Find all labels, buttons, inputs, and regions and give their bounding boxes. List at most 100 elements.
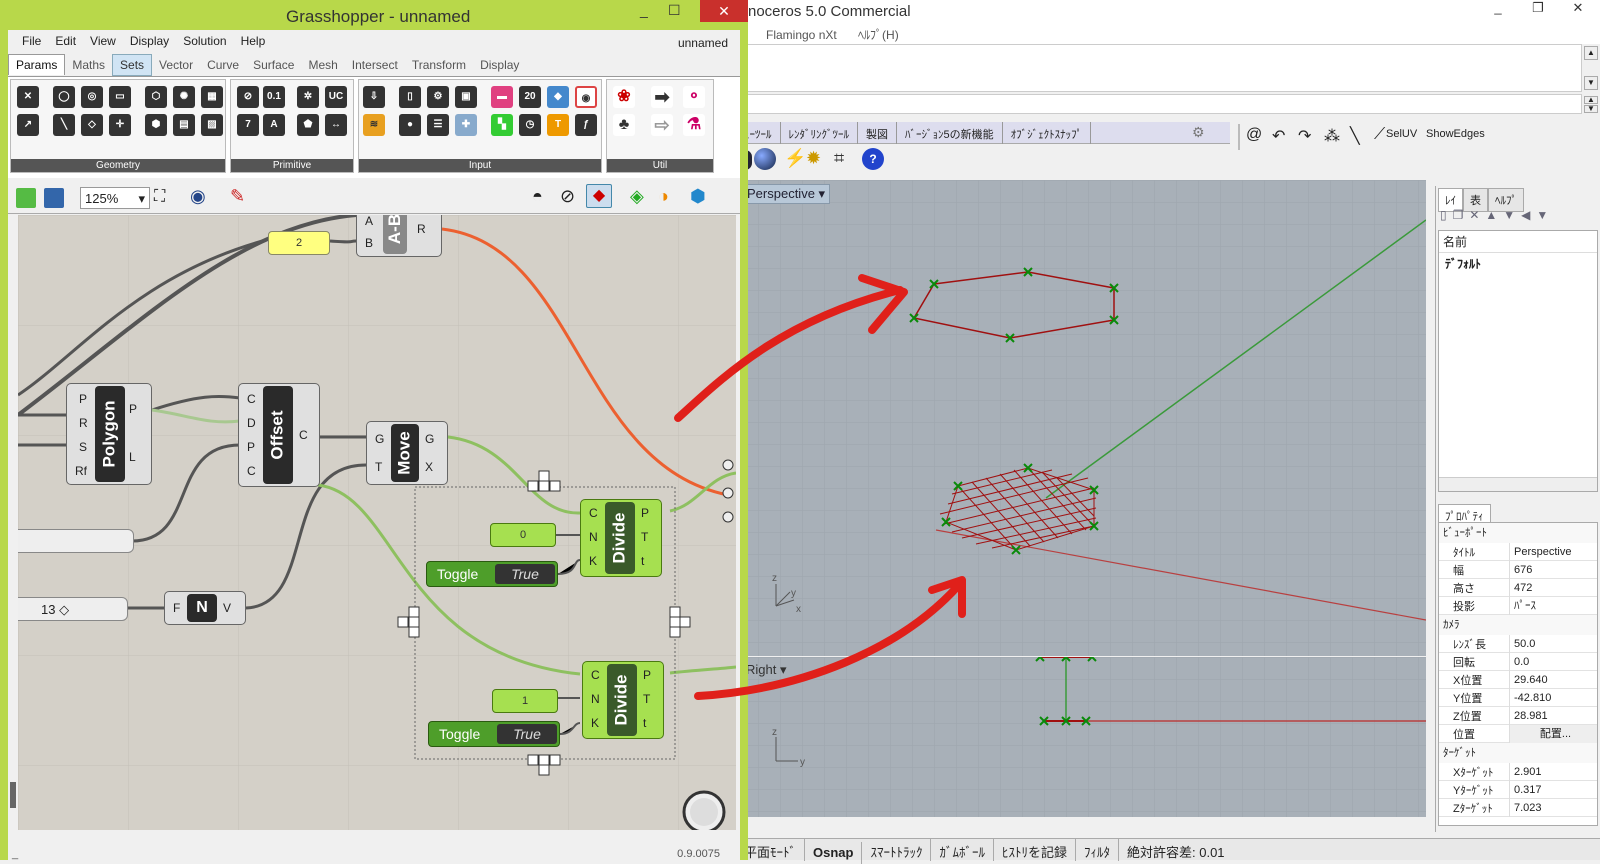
tree-icon[interactable]: ♣ [613,114,635,136]
line-icon[interactable]: ╲ [1350,126,1360,146]
prop-value[interactable]: 29.640 [1509,670,1597,689]
boolean-toggle-1[interactable]: Toggle True [426,561,558,587]
layer-row[interactable]: ﾃﾞﾌｫﾙﾄ [1439,253,1597,274]
spin-down-icon[interactable]: ▼ [1584,105,1598,113]
curve-edit-icon[interactable]: ↶ [1272,126,1285,146]
subtract-component[interactable]: A B A-B R [356,215,442,257]
time-param-icon[interactable]: UC [325,86,347,108]
prop-value[interactable]: 2.901 [1509,762,1597,781]
menu-help[interactable]: Help [241,34,266,48]
bake-icon[interactable]: ◈ [630,186,644,207]
boolean-toggle-icon[interactable]: ▚ [491,114,513,136]
tab-curve[interactable]: Curve [200,55,246,75]
display-mode-icon[interactable]: ⬢ [690,186,706,207]
brep-param-icon[interactable]: ⬡ [145,86,167,108]
open-file-icon[interactable] [16,188,36,208]
right-viewport[interactable]: z y Right ▾ [736,657,1426,817]
mesh-param-icon[interactable]: ✺ [173,86,195,108]
status-history[interactable]: ﾋｽﾄﾘを記録 [994,839,1076,861]
arrow-outline-icon[interactable]: ⇨ [651,114,673,136]
save-icon[interactable] [44,188,64,208]
tab-display[interactable]: Display [473,55,526,75]
tab-intersect[interactable]: Intersect [345,55,405,75]
toggle-value[interactable]: True [497,724,557,744]
crop-icon[interactable]: ⌗ [834,148,844,169]
light-icon[interactable]: ⚡ [784,148,806,169]
prop-value[interactable]: Perspective [1509,542,1597,561]
boolean-toggle-2[interactable]: Toggle True [428,721,560,747]
menu-view[interactable]: View [90,34,116,48]
tab-mesh[interactable]: Mesh [301,55,344,75]
menu-file[interactable]: File [22,34,41,48]
preview-selected-icon[interactable]: ◆ [586,184,612,208]
box-param-icon[interactable]: ▭ [109,86,131,108]
md-slider-icon[interactable]: ✚ [455,114,477,136]
horizontal-scrollbar[interactable] [1439,477,1597,491]
flask-icon[interactable]: ⚗ [683,114,705,136]
circle-param-icon[interactable]: ◯ [53,86,75,108]
tab-v5-new[interactable]: ﾊﾞｰｼﾞｮﾝ5の新機能 [897,122,1003,144]
perspective-viewport[interactable]: z y x Perspective ▾ [736,180,1426,656]
eye-icon[interactable]: ◉ [190,186,206,207]
tab-sets[interactable]: Sets [112,54,153,76]
point-param-icon[interactable]: ✛ [109,114,131,136]
divide-component-1[interactable]: C N K Divide P T t [580,499,662,577]
edge-icon[interactable]: ⟋ [1374,126,1385,144]
gh-close-icon[interactable]: ✕ [700,0,748,22]
number-slider-1[interactable] [18,529,134,553]
file-path-icon[interactable]: ▯ [399,86,421,108]
swatch-icon[interactable]: ◉ [575,86,597,108]
curve-param-icon[interactable]: ↗ [17,114,39,136]
chevron-down-icon[interactable]: ▾ [780,662,787,677]
tab-params[interactable]: Params [8,54,66,75]
panel-2[interactable]: 2 [268,231,330,255]
place-button[interactable]: 配置... [1509,724,1597,743]
arrow-right-icon[interactable]: ➡ [651,86,673,108]
prop-value[interactable]: 0.317 [1509,780,1597,799]
field-param-icon[interactable]: ▤ [173,114,195,136]
status-osnap[interactable]: Osnap [805,842,863,864]
polygon-component[interactable]: P R S Rf Polygon P L [66,383,152,485]
projection-select[interactable]: ﾊﾟｰｽ [1509,596,1597,615]
geometry-param-icon[interactable]: ✕ [17,86,39,108]
gh-maximize-icon[interactable]: ☐ [668,2,681,19]
group-param-icon[interactable]: ▨ [201,114,223,136]
prop-value[interactable]: 7.023 [1509,798,1597,817]
number-panel-1[interactable]: 1 [492,689,558,713]
tab-osnap[interactable]: ｵﾌﾞｼﾞｪｸﾄｽﾅｯﾌﾟ [1003,122,1092,144]
text-tag-icon[interactable]: T [547,114,569,136]
tab-vector[interactable]: Vector [152,55,200,75]
scroll-down-icon[interactable]: ▼ [1584,76,1598,90]
prop-value[interactable]: 472 [1509,578,1597,597]
boolean-param-icon[interactable]: ⊘ [237,86,259,108]
tab-drafting[interactable]: 製図 [858,122,897,144]
function-icon[interactable]: ƒ [575,114,597,136]
number-panel-0[interactable]: 0 [490,523,556,547]
move-component[interactable]: G T Move G X [366,421,448,485]
cherry-icon[interactable]: ❀ [613,86,635,108]
offset-component[interactable]: C D P C Offset C [238,383,320,487]
value-list-icon[interactable]: ▣ [455,86,477,108]
gear-icon[interactable]: ⚙ [1192,124,1208,140]
minimize-icon[interactable]: _ [1478,0,1518,22]
curve-icon[interactable]: ↷ [1298,126,1311,146]
surface-param-icon[interactable]: ▦ [201,86,223,108]
command-line-input[interactable] [736,94,1582,114]
close-icon[interactable]: ✕ [1558,0,1598,22]
preview-wire-icon[interactable]: ⊘ [560,186,575,207]
domain-param-icon[interactable]: ✲ [297,86,319,108]
scroll-up-icon[interactable]: ▲ [1584,46,1598,60]
colour-wheel-icon[interactable]: ◆ [547,86,569,108]
material-icon[interactable]: ◑ [658,186,669,207]
material-sphere-icon[interactable] [754,148,776,170]
calendar-icon[interactable]: 20 [519,86,541,108]
interval-param-icon[interactable]: ↔ [325,114,347,136]
seluv-button[interactable]: SelUV [1386,128,1417,140]
arc-param-icon[interactable]: ◎ [81,86,103,108]
tab-maths[interactable]: Maths [65,55,112,75]
menu-display[interactable]: Display [130,34,169,48]
number-slider-2[interactable]: 13 ◇ [18,597,128,621]
gh-minimize-icon[interactable]: _ [640,2,648,18]
panel-icon[interactable]: ⚙ [427,86,449,108]
canvas-scroll-handle[interactable] [10,782,16,808]
